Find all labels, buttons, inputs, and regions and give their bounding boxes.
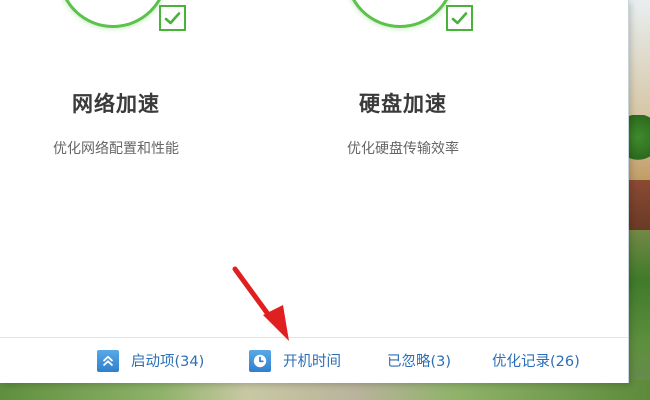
- wallpaper-building: [626, 180, 650, 230]
- feature-description: 优化硬盘传输效率: [347, 141, 459, 157]
- ignored-items-label: 已忽略(3): [387, 354, 452, 370]
- startup-items-link[interactable]: 启动项(34): [97, 338, 204, 383]
- optimizer-window: 网络加速 优化网络配置和性能 硬盘加速 优化硬盘传输效率 启动项(34) 开机时…: [0, 0, 629, 383]
- feature-network-acceleration[interactable]: 网络加速 优化网络配置和性能: [0, 0, 238, 180]
- check-icon: [159, 5, 186, 31]
- feature-title: 网络加速: [72, 92, 160, 116]
- double-chevron-up-icon: [97, 349, 119, 372]
- bottom-toolbar: 启动项(34) 开机时间 已忽略(3) 优化记录(26): [0, 337, 628, 383]
- wallpaper-ground: [0, 380, 650, 400]
- feature-disk-acceleration[interactable]: 硬盘加速 优化硬盘传输效率: [285, 0, 525, 180]
- check-icon: [446, 5, 473, 31]
- optimization-history-link[interactable]: 优化记录(26): [492, 338, 580, 383]
- boot-time-link[interactable]: 开机时间: [249, 338, 341, 383]
- feature-title: 硬盘加速: [359, 92, 447, 116]
- feature-description: 优化网络配置和性能: [53, 141, 179, 157]
- startup-items-label: 启动项(34): [131, 354, 205, 370]
- clock-icon: [249, 349, 271, 372]
- feature-ring-icon: [345, 0, 455, 28]
- ignored-items-link[interactable]: 已忽略(3): [387, 338, 451, 383]
- feature-ring-icon: [58, 0, 168, 28]
- optimization-history-label: 优化记录(26): [492, 354, 580, 370]
- boot-time-label: 开机时间: [283, 354, 341, 370]
